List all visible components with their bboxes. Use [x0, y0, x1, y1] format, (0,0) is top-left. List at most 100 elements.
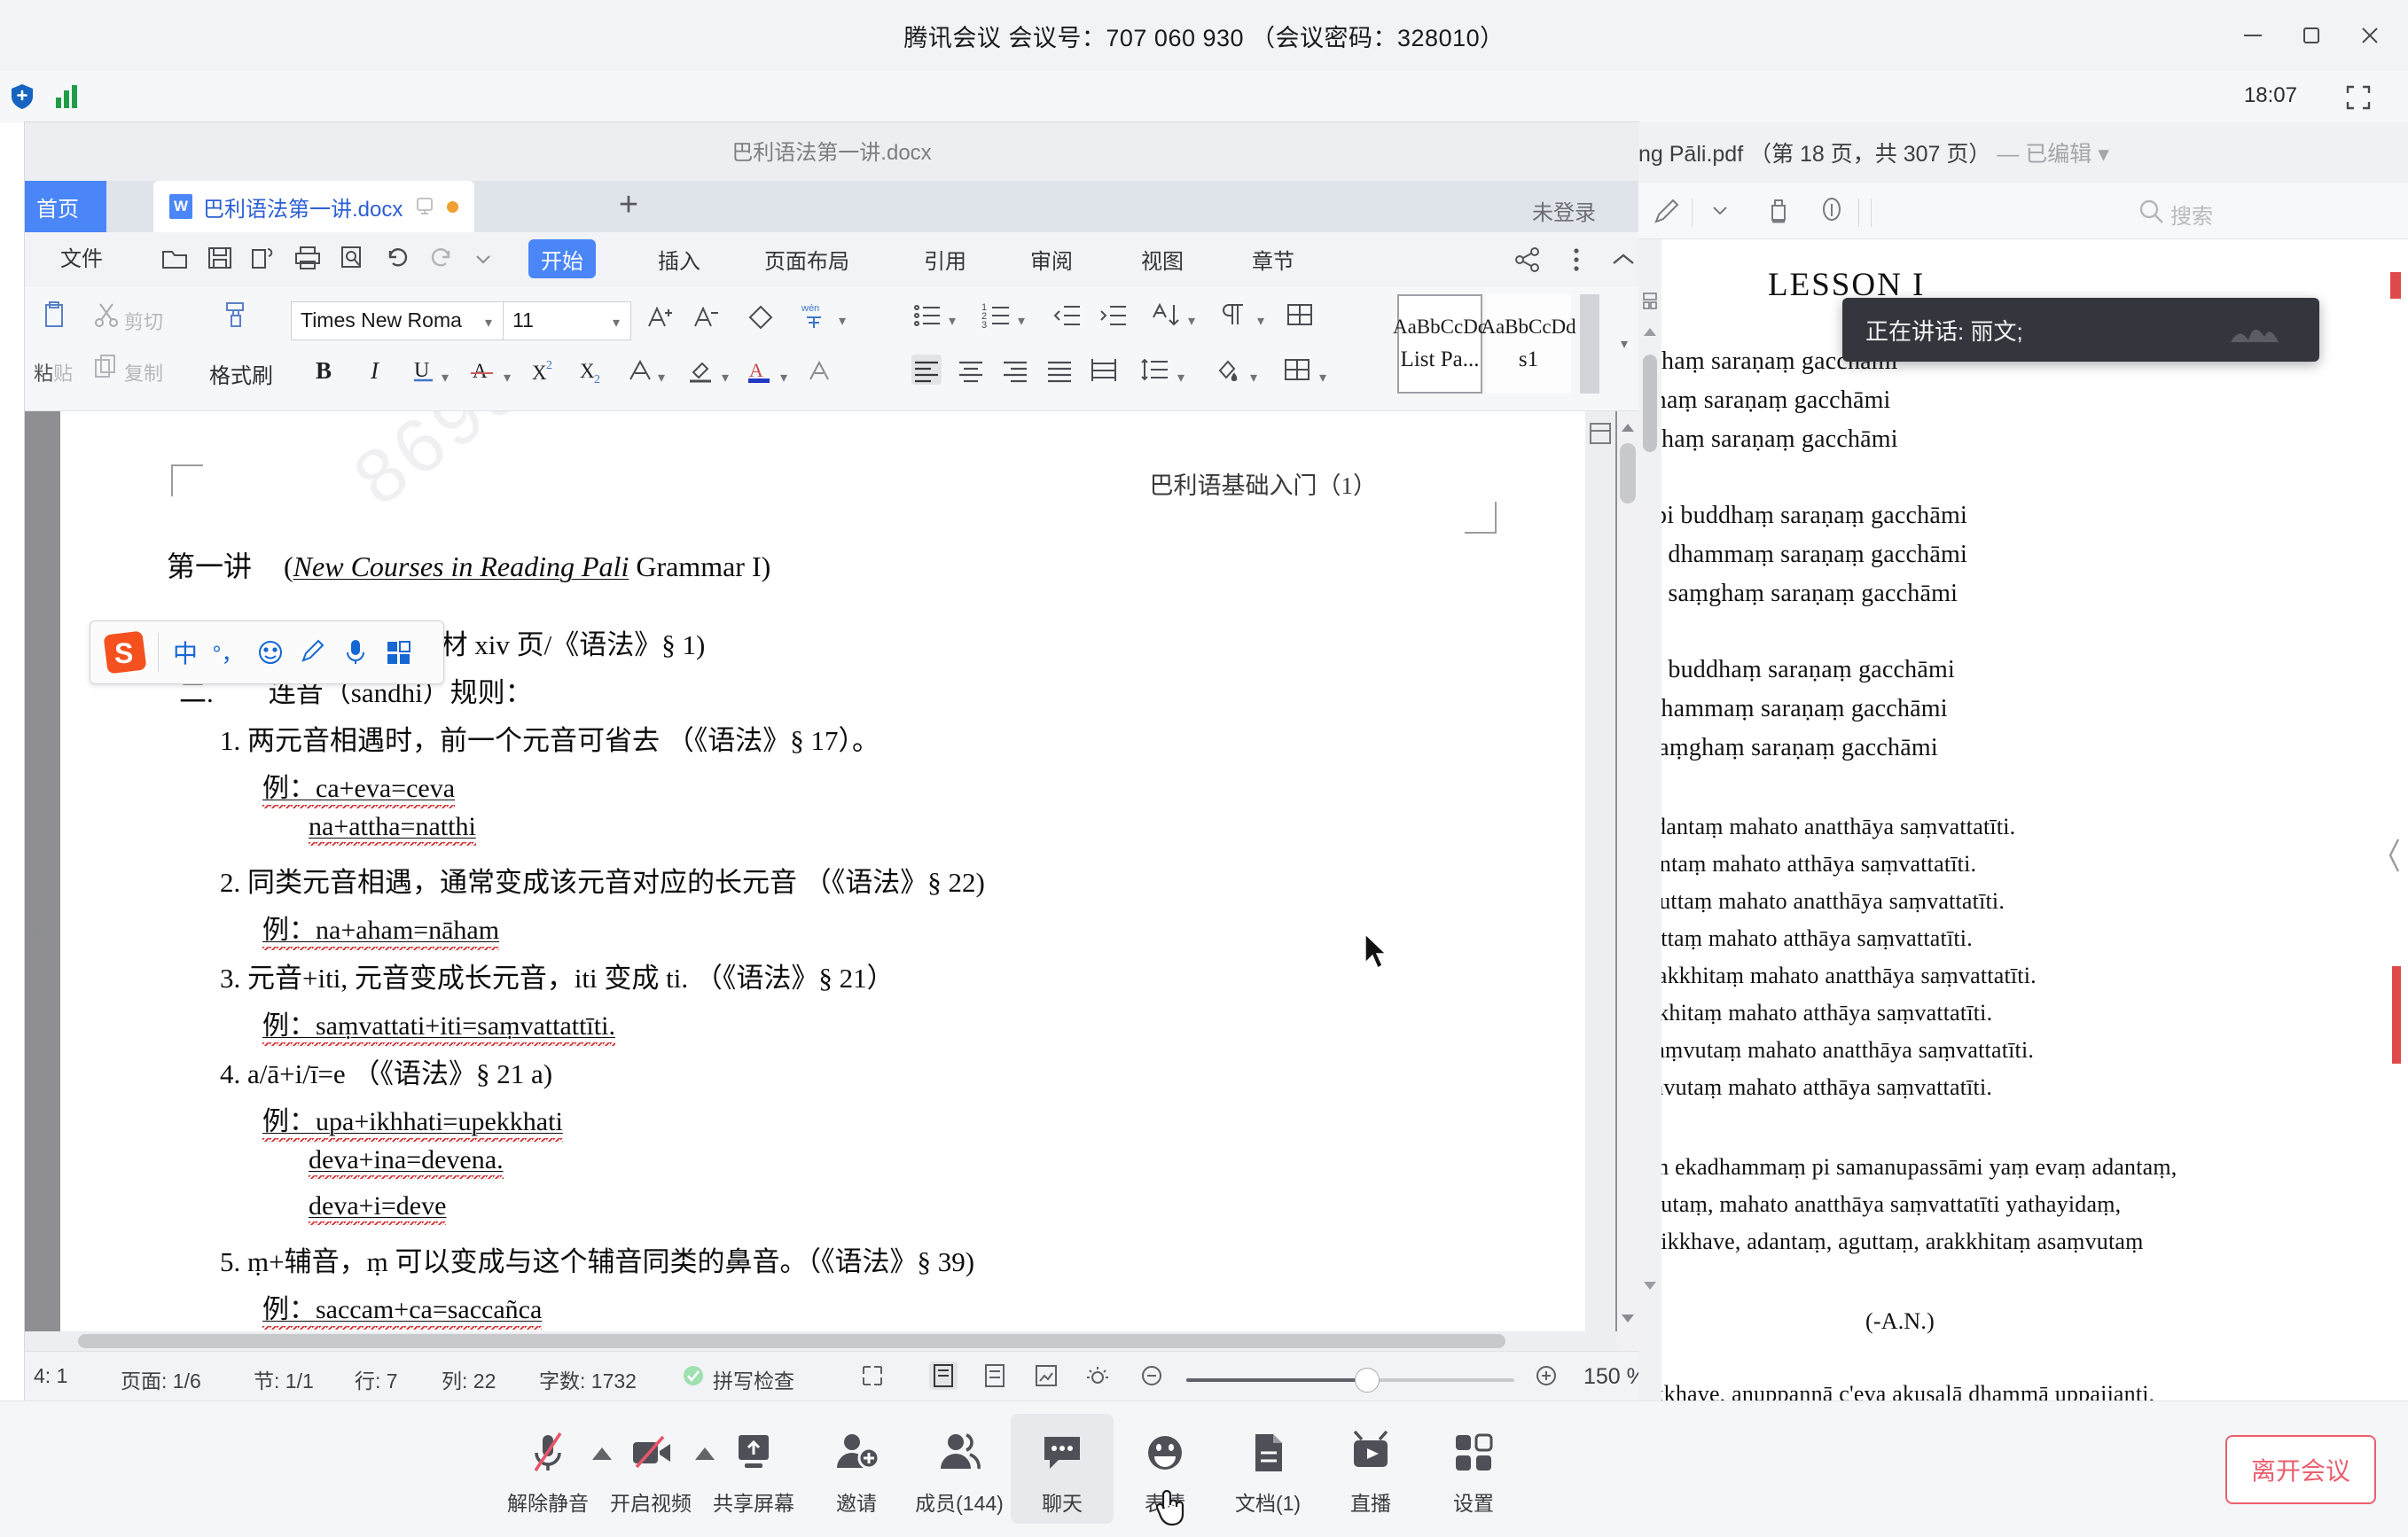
distribute-icon[interactable] [1089, 355, 1119, 385]
video-toggle-button[interactable]: 开启视频 [599, 1414, 715, 1524]
close-button[interactable] [2341, 0, 2399, 71]
status-row[interactable]: 行: 7 [355, 1364, 398, 1394]
pdf-page-body[interactable]: LESSON I haṃ saraṇaṃ gacchāmi maṃ saraṇa… [1638, 239, 2408, 1400]
maximize-button[interactable] [2282, 0, 2341, 71]
ime-language-icon[interactable]: 中 [164, 631, 207, 674]
share-screen-button[interactable]: 共享屏幕 [702, 1414, 805, 1524]
underline-icon[interactable]: U [410, 356, 440, 386]
chat-button[interactable]: 聊天 [1011, 1414, 1114, 1524]
zoom-level-label[interactable]: 150 % [1583, 1364, 1638, 1390]
character-border-icon[interactable] [805, 356, 835, 386]
status-column[interactable]: 列: 22 [442, 1364, 496, 1394]
markup-pen-icon[interactable] [1651, 195, 1683, 227]
sogou-logo-icon[interactable]: S [98, 629, 152, 675]
search-icon[interactable] [2135, 195, 2167, 227]
zoom-slider-knob[interactable] [1355, 1368, 1380, 1393]
sort-icon[interactable] [1151, 300, 1181, 330]
bold-icon[interactable]: B [309, 356, 339, 386]
copy-label[interactable]: 复制 [124, 358, 163, 386]
subscript-icon[interactable]: X2 [578, 356, 608, 386]
view-print-layout-icon[interactable] [929, 1361, 958, 1390]
show-marks-icon[interactable] [1220, 300, 1250, 330]
track-changes-icon[interactable] [858, 1361, 887, 1390]
font-color-icon[interactable]: A [745, 356, 775, 386]
font-color-caret-icon[interactable]: ▾ [780, 369, 787, 386]
pinyin-guide-icon[interactable]: wén [798, 300, 828, 330]
pdf-scroll-down-arrow-icon[interactable] [1644, 1282, 1656, 1290]
navigation-pane-icon[interactable] [30, 922, 57, 952]
format-painter-label[interactable]: 格式刷 [209, 358, 273, 389]
tab-start[interactable]: 开始 [528, 239, 596, 278]
document-text-area[interactable]: 86988988985685 宣章—三同 巴利语基础入门（1） 第一讲 (New… [60, 411, 1603, 1331]
selection-pane-icon[interactable] [1587, 420, 1614, 447]
ime-punctuation-icon[interactable]: °， [207, 631, 249, 674]
document-page[interactable]: 86988988985685 宣章—三同 巴利语基础入门（1） 第一讲 (New… [60, 411, 1603, 1351]
line-spacing-caret-icon[interactable]: ▾ [1177, 369, 1184, 386]
highlight-caret-icon[interactable]: ▾ [722, 369, 729, 386]
print-preview-icon[interactable] [337, 243, 367, 275]
borders-grid-icon[interactable] [1284, 300, 1314, 330]
zoom-out-icon[interactable] [1138, 1361, 1166, 1390]
pdf-title-caret-icon[interactable]: ▾ [2098, 142, 2109, 167]
settings-button[interactable]: 设置 [1422, 1414, 1525, 1524]
increase-font-icon[interactable] [645, 301, 676, 332]
status-section[interactable]: 节: 1/1 [254, 1364, 314, 1394]
tab-page-layout[interactable]: 页面布局 [752, 239, 862, 278]
align-center-icon[interactable] [956, 355, 986, 385]
login-status[interactable]: 未登录 [1532, 195, 1596, 226]
undo-icon[interactable] [382, 243, 412, 275]
copy-icon[interactable] [91, 353, 121, 383]
cut-icon[interactable] [91, 300, 121, 330]
signature-tool-icon[interactable] [1816, 195, 1848, 227]
ime-toolbox-icon[interactable] [377, 631, 419, 674]
pdf-page-content[interactable]: LESSON I haṃ saraṇaṃ gacchāmi maṃ saraṇa… [1661, 239, 2408, 1400]
view-full-screen-icon[interactable] [981, 1361, 1009, 1390]
bullet-caret-icon[interactable]: ▾ [949, 312, 956, 330]
night-mode-icon[interactable] [1083, 1361, 1112, 1390]
text-effects-icon[interactable] [626, 356, 656, 386]
shading-caret-icon[interactable]: ▾ [1250, 369, 1257, 386]
numbered-list-icon[interactable]: 123 [981, 300, 1011, 331]
pdf-scroll-thumb[interactable] [1643, 355, 1657, 452]
live-button[interactable]: 直播 [1319, 1414, 1422, 1524]
save-icon[interactable] [205, 243, 235, 275]
tab-chapter[interactable]: 章节 [1239, 239, 1307, 278]
mute-toggle-button[interactable]: 解除静音 [496, 1414, 612, 1524]
tab-insert[interactable]: 插入 [645, 239, 713, 278]
open-file-icon[interactable] [160, 243, 190, 275]
invite-button[interactable]: 邀请 [805, 1414, 908, 1524]
shading-icon[interactable] [1213, 355, 1243, 385]
superscript-icon[interactable]: X2 [530, 356, 560, 386]
bullet-list-icon[interactable] [911, 300, 942, 330]
tab-preview-icon[interactable] [413, 195, 436, 218]
more-options-icon[interactable] [1561, 245, 1591, 275]
tab-references[interactable]: 引用 [911, 239, 979, 278]
style-list-paragraph[interactable]: AaBbCcDc List Pa... [1393, 294, 1487, 394]
pinyin-caret-icon[interactable]: ▾ [839, 312, 846, 330]
zoom-in-icon[interactable] [1532, 1361, 1560, 1390]
status-spellcheck-label[interactable]: 拼写检查 [713, 1364, 794, 1394]
tab-view[interactable]: 视图 [1129, 239, 1196, 278]
font-size-caret-icon[interactable]: ▾ [613, 314, 620, 332]
horizontal-scroll-thumb[interactable] [78, 1334, 1505, 1348]
highlight-tool-icon[interactable] [1763, 195, 1794, 227]
scroll-down-arrow-icon[interactable] [1622, 1315, 1634, 1322]
pen-caret-icon[interactable] [1704, 195, 1736, 227]
numbered-caret-icon[interactable]: ▾ [1018, 312, 1025, 330]
format-painter-icon[interactable] [218, 298, 248, 328]
line-spacing-icon[interactable] [1140, 355, 1170, 385]
sogou-ime-toolbar[interactable]: S 中 °， [90, 620, 444, 684]
italic-icon[interactable]: I [362, 356, 392, 386]
page-thumbnails-icon[interactable] [1642, 293, 1658, 310]
status-page[interactable]: 页面: 1/6 [121, 1364, 201, 1394]
documents-button[interactable]: 文档(1) [1216, 1414, 1319, 1524]
decrease-indent-icon[interactable] [1052, 300, 1082, 330]
justify-icon[interactable] [1044, 355, 1075, 385]
strikethrough-icon[interactable]: A [468, 356, 498, 386]
style-s1[interactable]: AaBbCcDd s1 [1481, 294, 1576, 394]
tab-review[interactable]: 审阅 [1018, 239, 1085, 278]
collapse-ribbon-icon[interactable] [1608, 245, 1638, 275]
tab-home[interactable]: 首页 [25, 181, 106, 232]
customize-qat-icon[interactable] [473, 248, 494, 269]
ime-emoji-icon[interactable] [249, 631, 292, 674]
